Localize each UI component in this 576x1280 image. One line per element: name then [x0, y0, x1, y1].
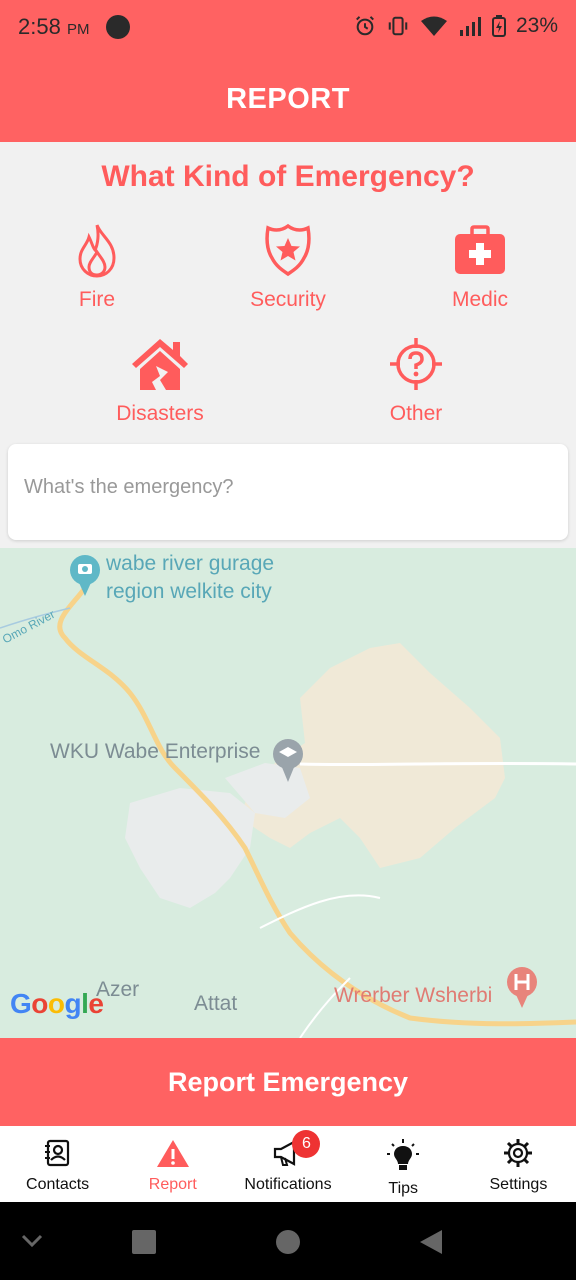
- police-badge-icon: [265, 223, 311, 277]
- category-label: Other: [389, 402, 443, 425]
- bottom-navigation: Contacts Report 6 Notifications Tips Set…: [0, 1126, 576, 1202]
- vibrate-icon: [388, 16, 408, 36]
- category-label: Fire: [78, 288, 116, 311]
- category-medic[interactable]: Medic: [400, 222, 560, 312]
- map-graphics: [0, 555, 576, 1038]
- map-label-hospital: Wrerber Wsherbi: [334, 984, 493, 1007]
- nav-item-notifications[interactable]: 6 Notifications: [230, 1126, 345, 1202]
- signal-icon: [459, 17, 481, 36]
- nav-item-tips[interactable]: Tips: [346, 1126, 461, 1202]
- report-emergency-button[interactable]: Report Emergency: [0, 1038, 576, 1126]
- category-other[interactable]: Other: [336, 336, 496, 426]
- category-disasters[interactable]: Disasters: [80, 336, 240, 426]
- home-button[interactable]: [276, 1230, 300, 1254]
- category-fire[interactable]: Fire: [17, 222, 177, 312]
- emergency-description-card: [8, 444, 568, 540]
- app-notification-icon: [106, 15, 130, 39]
- recents-button[interactable]: [132, 1230, 156, 1254]
- status-time: 2:58 PM: [18, 14, 90, 39]
- gear-icon: [504, 1139, 533, 1167]
- chevron-down-icon[interactable]: [20, 1230, 44, 1250]
- page-title: REPORT: [226, 82, 350, 115]
- warning-triangle-icon: [156, 1140, 189, 1167]
- nav-item-settings[interactable]: Settings: [461, 1126, 576, 1202]
- app-bar: REPORT: [0, 56, 576, 142]
- nav-item-contacts[interactable]: Contacts: [0, 1126, 115, 1202]
- category-label: Disasters: [116, 402, 204, 425]
- map-label-place: region welkite city: [106, 580, 272, 603]
- nav-label: Report: [148, 1176, 197, 1193]
- back-button[interactable]: [418, 1228, 444, 1256]
- category-label: Security: [250, 288, 326, 311]
- system-navigation-bar: [0, 1202, 576, 1280]
- nav-label: Tips: [388, 1180, 419, 1197]
- nav-label: Settings: [489, 1176, 548, 1193]
- alarm-icon: [356, 16, 374, 36]
- map-label-poi: WKU Wabe Enterprise: [50, 740, 261, 763]
- category-security[interactable]: Security: [208, 222, 368, 312]
- nav-item-report[interactable]: Report: [115, 1126, 230, 1202]
- nav-label: Contacts: [26, 1176, 90, 1193]
- battery-icon: [491, 15, 506, 37]
- map-label-town: Attat: [194, 992, 238, 1015]
- first-aid-kit-icon: [455, 225, 505, 274]
- map-view[interactable]: wabe river gurage region welkite city Om…: [0, 548, 576, 1038]
- question-target-icon: [390, 338, 442, 390]
- emergency-kind-heading: What Kind of Emergency?: [101, 160, 475, 193]
- contacts-icon: [44, 1139, 69, 1167]
- nav-label: Notifications: [244, 1176, 332, 1193]
- status-bar: 2:58 PM 23%: [0, 0, 576, 56]
- google-logo: Google: [10, 988, 104, 1019]
- broken-house-icon: [132, 339, 188, 390]
- map-label-place: wabe river gurage: [106, 552, 275, 575]
- lightbulb-icon: [387, 1139, 420, 1170]
- fire-icon: [78, 224, 116, 278]
- category-label: Medic: [451, 288, 509, 311]
- wifi-icon: [420, 16, 447, 36]
- emergency-description-input[interactable]: [24, 476, 544, 499]
- notification-count-badge: 6: [292, 1130, 321, 1158]
- status-icons: 23%: [354, 14, 558, 38]
- battery-percent: 23%: [515, 14, 558, 37]
